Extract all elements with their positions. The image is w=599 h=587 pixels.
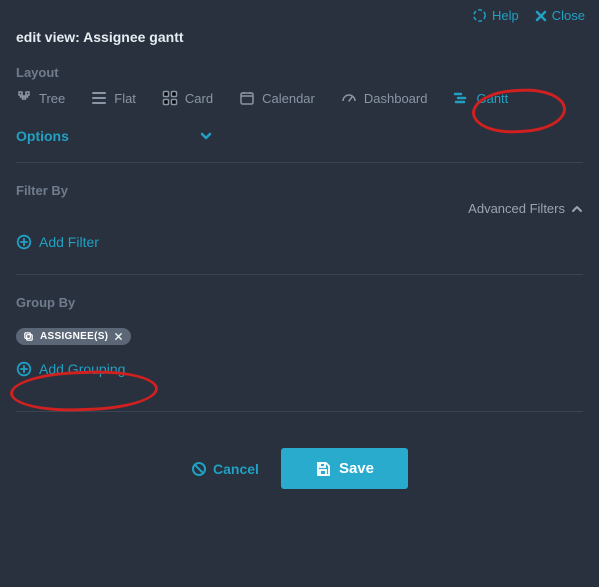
dialog-footer: Cancel Save xyxy=(0,412,599,489)
layout-section-label: Layout xyxy=(0,65,599,90)
add-filter-button[interactable]: Add Filter xyxy=(0,216,115,274)
save-button[interactable]: Save xyxy=(281,448,408,489)
flat-icon xyxy=(91,90,107,106)
dashboard-icon xyxy=(341,90,357,106)
help-label: Help xyxy=(492,8,519,23)
cancel-button[interactable]: Cancel xyxy=(191,461,259,477)
tree-icon xyxy=(16,90,32,106)
group-chip-assignee[interactable]: ASSIGNEE(S) xyxy=(16,328,131,345)
layout-tree[interactable]: Tree xyxy=(16,90,65,106)
layout-tabs: Tree Flat Card Calendar Dashboard Gantt xyxy=(0,90,599,114)
layout-item-label: Calendar xyxy=(262,91,315,106)
filter-section-label: Filter By xyxy=(16,183,68,198)
chevron-up-icon xyxy=(571,203,583,215)
close-label: Close xyxy=(552,8,585,23)
save-icon xyxy=(315,461,331,477)
card-icon xyxy=(162,90,178,106)
chip-remove-icon[interactable] xyxy=(114,332,123,341)
add-grouping-label: Add Grouping xyxy=(39,361,125,377)
layout-card[interactable]: Card xyxy=(162,90,213,106)
group-chip-label: ASSIGNEE(S) xyxy=(40,331,108,342)
options-toggle[interactable]: Options xyxy=(0,114,599,162)
layout-calendar[interactable]: Calendar xyxy=(239,90,315,106)
cancel-label: Cancel xyxy=(213,461,259,477)
gantt-icon xyxy=(453,90,469,106)
advanced-filters-toggle[interactable]: Advanced Filters xyxy=(468,201,583,216)
help-link[interactable]: Help xyxy=(472,8,519,23)
dialog-title: edit view: Assignee gantt xyxy=(0,23,599,65)
save-label: Save xyxy=(339,460,374,477)
filter-section-header: Filter By Advanced Filters xyxy=(0,163,599,216)
layout-dashboard[interactable]: Dashboard xyxy=(341,90,428,106)
calendar-icon xyxy=(239,90,255,106)
dialog-topbar: Help Close xyxy=(0,0,599,23)
help-icon xyxy=(472,8,487,23)
layout-item-label: Gantt xyxy=(476,91,508,106)
plus-circle-icon xyxy=(16,361,32,377)
group-chips: ASSIGNEE(S) xyxy=(0,320,599,355)
layout-item-label: Dashboard xyxy=(364,91,428,106)
advanced-filters-label: Advanced Filters xyxy=(468,201,565,216)
options-label: Options xyxy=(16,128,69,144)
layout-flat[interactable]: Flat xyxy=(91,90,136,106)
layout-item-label: Flat xyxy=(114,91,136,106)
layout-gantt[interactable]: Gantt xyxy=(453,90,508,106)
plus-circle-icon xyxy=(16,234,32,250)
close-icon xyxy=(535,10,547,22)
group-section-label: Group By xyxy=(0,295,599,320)
close-link[interactable]: Close xyxy=(535,8,585,23)
cancel-icon xyxy=(191,461,207,477)
chevron-down-icon xyxy=(199,129,213,143)
add-filter-label: Add Filter xyxy=(39,234,99,250)
layout-item-label: Tree xyxy=(39,91,65,106)
copy-icon xyxy=(23,331,34,342)
add-grouping-button[interactable]: Add Grouping xyxy=(0,355,141,401)
layout-item-label: Card xyxy=(185,91,213,106)
